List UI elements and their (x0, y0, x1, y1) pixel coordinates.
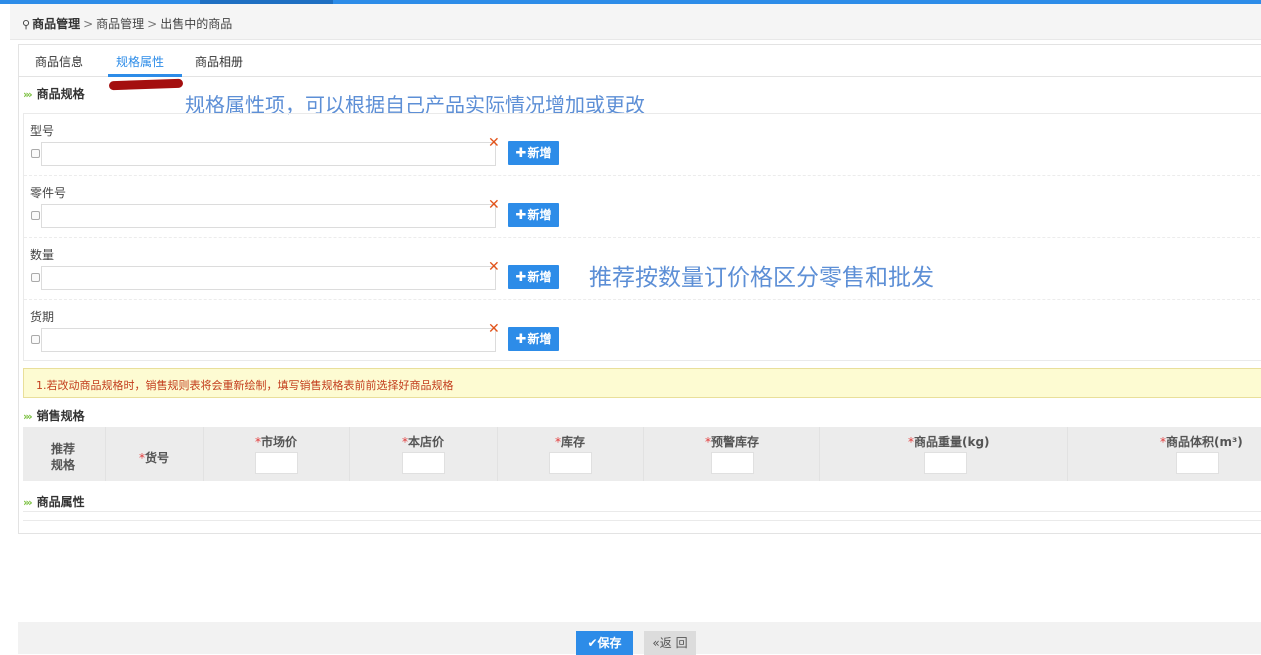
chevron-right-icon: ››› (23, 410, 33, 423)
market-price-input[interactable] (255, 452, 298, 474)
spec-change-notice: 1.若改动商品规格时，销售规则表将会重新绘制，填写销售规格表前前选择好商品规格 (23, 368, 1261, 398)
breadcrumb-bar: ⚲ 商品管理 > 商品管理 > 出售中的商品 (10, 4, 1261, 40)
attr-section-label: 商品属性 (36, 495, 85, 509)
column-divider (819, 427, 820, 481)
header-label: 货号 (145, 451, 170, 465)
map-pin-icon: ⚲ (22, 18, 31, 31)
spec-checkbox[interactable] (31, 149, 40, 158)
header-label: 市场价 (261, 435, 298, 449)
back-button[interactable]: «返 回 (644, 631, 696, 655)
tab-product-album[interactable]: 商品相册 (195, 53, 243, 70)
plus-icon: ✚ (515, 208, 527, 223)
attr-content-area (23, 511, 1261, 521)
add-spec-button[interactable]: ✚新增 (508, 327, 559, 351)
breadcrumb-separator: > (147, 17, 158, 31)
plus-icon: ✚ (515, 146, 527, 161)
spec-group-label: 零件号 (30, 186, 67, 200)
column-divider (349, 427, 350, 481)
tab-product-info[interactable]: 商品信息 (35, 53, 83, 70)
spec-value-input[interactable] (41, 266, 496, 290)
header-stock: *库存 (555, 433, 585, 450)
spec-group-lead-time: 货期 ✕ ✚新增 (24, 300, 1261, 362)
add-spec-button[interactable]: ✚新增 (508, 141, 559, 165)
spec-checkbox[interactable] (31, 273, 40, 282)
header-label: 本店价 (408, 435, 445, 449)
column-divider (643, 427, 644, 481)
attr-section-title: ››› 商品属性 (23, 493, 85, 510)
remove-x-icon[interactable]: ✕ (488, 260, 500, 274)
add-spec-button[interactable]: ✚新增 (508, 265, 559, 289)
add-spec-label: 新增 (527, 270, 552, 284)
column-divider (203, 427, 204, 481)
sales-section-title: ››› 销售规格 (23, 407, 85, 424)
header-label: 商品重量(kg) (914, 435, 990, 449)
spec-value-input[interactable] (41, 204, 496, 228)
chevron-right-icon: ››› (23, 88, 33, 101)
add-spec-label: 新增 (527, 146, 552, 160)
sales-spec-table-header: 推荐 规格 *货号 *市场价 *本店价 *库存 *预警库存 *商品重量(kg) … (23, 427, 1261, 481)
header-weight: *商品重量(kg) (908, 433, 990, 450)
remove-x-icon[interactable]: ✕ (488, 136, 500, 150)
header-market-price: *市场价 (255, 433, 297, 450)
warning-stock-input[interactable] (711, 452, 754, 474)
store-price-input[interactable] (402, 452, 445, 474)
save-button[interactable]: ✔保存 (576, 631, 633, 655)
spec-section-label: 商品规格 (36, 87, 85, 101)
spec-groups: 型号 ✕ ✚新增 零件号 ✕ ✚新增 数量 ✕ ✚新增 货期 ✕ ✚新增 (23, 113, 1261, 361)
spec-group-label: 货期 (30, 310, 55, 324)
spec-group-model: 型号 ✕ ✚新增 (24, 114, 1261, 176)
form-footer: ✔保存 «返 回 (18, 622, 1261, 655)
active-tab-indicator (108, 74, 182, 77)
plus-icon: ✚ (515, 332, 527, 347)
tab-spec-attributes[interactable]: 规格属性 (116, 53, 164, 70)
breadcrumb-separator: > (83, 17, 94, 31)
add-spec-button[interactable]: ✚新增 (508, 203, 559, 227)
spec-checkbox[interactable] (31, 211, 40, 220)
weight-input[interactable] (924, 452, 967, 474)
header-label: 预警库存 (711, 435, 760, 449)
remove-x-icon[interactable]: ✕ (488, 198, 500, 212)
breadcrumb-level2[interactable]: 商品管理 (96, 17, 144, 31)
red-marker-scribble (108, 78, 184, 91)
plus-icon: ✚ (515, 270, 527, 285)
check-icon: ✔ (587, 636, 598, 650)
tab-bar: 商品信息 规格属性 商品相册 (19, 45, 1261, 77)
notice-text: 1.若改动商品规格时，销售规则表将会重新绘制，填写销售规格表前前选择好商品规格 (36, 379, 454, 392)
chevron-right-icon: ››› (23, 496, 33, 509)
spec-group-label: 型号 (30, 124, 55, 138)
spec-section-title: ››› 商品规格 (23, 85, 85, 102)
header-label: 商品体积(m³) (1166, 435, 1243, 449)
breadcrumb-current: 出售中的商品 (160, 17, 233, 31)
annotation-quantity-note: 推荐按数量订价格区分零售和批发 (589, 265, 934, 291)
spec-group-part-number: 零件号 ✕ ✚新增 (24, 176, 1261, 238)
spec-group-label: 数量 (30, 248, 55, 262)
spec-value-input[interactable] (41, 142, 496, 166)
column-divider (497, 427, 498, 481)
save-label: 保存 (597, 636, 622, 650)
header-item-no: *货号 (139, 449, 169, 466)
header-volume: *商品体积(m³) (1160, 433, 1243, 450)
product-edit-panel: 商品信息 规格属性 商品相册 ››› 商品规格 规格属性项，可以根据自己产品实际情… (18, 44, 1261, 534)
add-spec-label: 新增 (527, 208, 552, 222)
volume-input[interactable] (1176, 452, 1219, 474)
column-divider (1067, 427, 1068, 481)
sales-section-label: 销售规格 (36, 409, 85, 423)
spec-checkbox[interactable] (31, 335, 40, 344)
header-warning-stock: *预警库存 (705, 433, 759, 450)
header-recommended-spec: 推荐 规格 (51, 442, 76, 472)
breadcrumb: ⚲ 商品管理 > 商品管理 > 出售中的商品 (22, 15, 232, 32)
header-store-price: *本店价 (402, 433, 444, 450)
spec-value-input[interactable] (41, 328, 496, 352)
header-label: 库存 (561, 435, 586, 449)
add-spec-label: 新增 (527, 332, 552, 346)
breadcrumb-root[interactable]: 商品管理 (32, 17, 80, 31)
stock-input[interactable] (549, 452, 592, 474)
remove-x-icon[interactable]: ✕ (488, 322, 500, 336)
column-divider (105, 427, 106, 481)
